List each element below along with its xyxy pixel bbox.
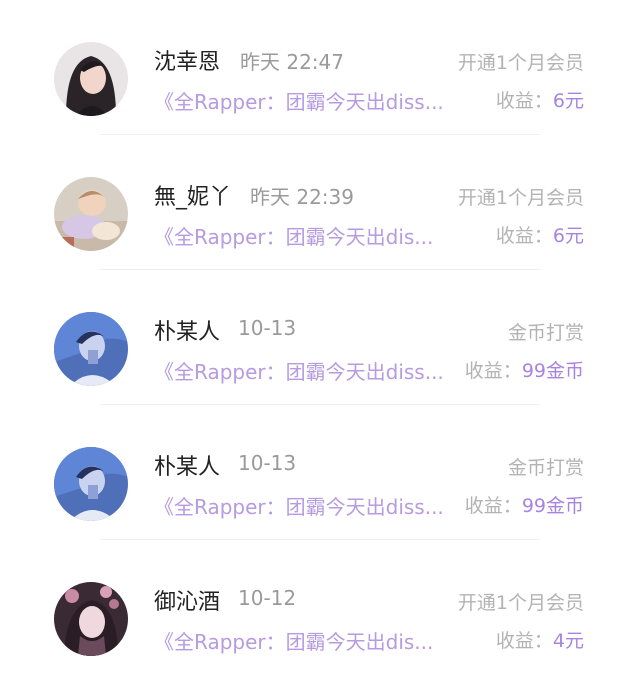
user-name[interactable]: 沈幸恩 bbox=[154, 44, 220, 76]
post-title-link[interactable]: 《全Rapper：团霸今天出dis... bbox=[154, 626, 444, 655]
post-title-link[interactable]: 《全Rapper：团霸今天出diss... bbox=[154, 86, 444, 115]
list-item[interactable]: 沈幸恩 昨天 22:47 开通1个月会员 《全Rapper：团霸今天出diss.… bbox=[0, 0, 640, 135]
earnings-label: 收益： bbox=[495, 225, 553, 247]
list-item[interactable]: 御沁酒 10-12 开通1个月会员 《全Rapper：团霸今天出dis... 收… bbox=[0, 540, 640, 675]
avatar[interactable] bbox=[54, 582, 128, 656]
timestamp: 昨天 22:47 bbox=[240, 50, 344, 74]
earnings: 收益：4元 bbox=[496, 626, 584, 653]
avatar[interactable] bbox=[54, 177, 128, 251]
earnings-value: 99金币 bbox=[521, 495, 584, 517]
earnings-value: 6元 bbox=[552, 90, 584, 112]
timestamp: 昨天 22:39 bbox=[250, 185, 354, 209]
user-name[interactable]: 朴某人 bbox=[154, 449, 220, 481]
transaction-type: 金币打赏 bbox=[507, 457, 584, 479]
list-item[interactable]: 朴某人 10-13 金币打赏 《全Rapper：团霸今天出diss... 收益：… bbox=[0, 270, 640, 405]
earnings-label: 收益： bbox=[495, 630, 553, 652]
transaction-type: 开通1个月会员 bbox=[457, 592, 584, 614]
earnings: 收益：6元 bbox=[496, 221, 584, 248]
transaction-type: 金币打赏 bbox=[507, 322, 584, 344]
avatar[interactable] bbox=[54, 312, 128, 386]
transaction-type: 开通1个月会员 bbox=[457, 187, 584, 209]
earnings-label: 收益： bbox=[464, 360, 522, 382]
user-name[interactable]: 朴某人 bbox=[154, 314, 220, 346]
earnings-value: 4元 bbox=[552, 630, 584, 652]
user-name[interactable]: 無_妮丫 bbox=[154, 179, 231, 211]
post-title-link[interactable]: 《全Rapper：团霸今天出diss... bbox=[154, 356, 444, 385]
earnings-value: 6元 bbox=[552, 225, 584, 247]
user-name[interactable]: 御沁酒 bbox=[154, 584, 220, 616]
earnings: 收益：99金币 bbox=[465, 356, 584, 383]
timestamp: 10-13 bbox=[238, 451, 297, 475]
post-title-link[interactable]: 《全Rapper：团霸今天出diss... bbox=[154, 491, 444, 520]
earnings-value: 99金币 bbox=[521, 360, 584, 382]
earnings-label: 收益： bbox=[464, 495, 522, 517]
earnings-list: 沈幸恩 昨天 22:47 开通1个月会员 《全Rapper：团霸今天出diss.… bbox=[0, 0, 640, 682]
list-item[interactable]: 無_妮丫 昨天 22:39 开通1个月会员 《全Rapper：团霸今天出dis.… bbox=[0, 135, 640, 270]
avatar[interactable] bbox=[54, 447, 128, 521]
earnings-label: 收益： bbox=[495, 90, 553, 112]
timestamp: 10-13 bbox=[238, 316, 297, 340]
earnings: 收益：6元 bbox=[496, 86, 584, 113]
list-item[interactable]: 朴某人 10-13 金币打赏 《全Rapper：团霸今天出diss... 收益：… bbox=[0, 405, 640, 540]
post-title-link[interactable]: 《全Rapper：团霸今天出dis... bbox=[154, 221, 444, 250]
earnings: 收益：99金币 bbox=[465, 491, 584, 518]
avatar[interactable] bbox=[54, 42, 128, 116]
timestamp: 10-12 bbox=[238, 586, 297, 610]
transaction-type: 开通1个月会员 bbox=[457, 52, 584, 74]
